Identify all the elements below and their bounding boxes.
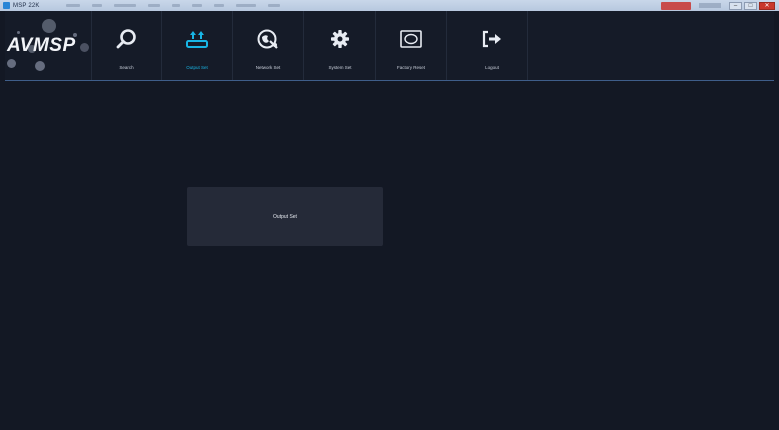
window-controls: – □ ✕ <box>661 0 775 11</box>
network-icon <box>253 27 283 51</box>
minimize-button[interactable]: – <box>729 1 742 10</box>
maximize-button[interactable]: □ <box>744 1 757 10</box>
title-bar-menu <box>65 4 280 7</box>
main-toolbar: AVMSP Search Output Set Network Set Syst… <box>5 11 774 81</box>
toolbar-search-label: Search <box>119 65 134 70</box>
close-button[interactable]: ✕ <box>759 1 775 10</box>
gear-icon <box>325 27 355 51</box>
app-window: AVMSP Search Output Set Network Set Syst… <box>5 11 774 430</box>
toolbar-logout-label: Logout <box>485 65 499 70</box>
factory-reset-icon <box>396 27 426 51</box>
avmsp-logo: AVMSP <box>5 11 91 80</box>
window-title-bar: MSP 22K – □ ✕ <box>0 0 779 11</box>
toolbar-search[interactable]: Search <box>91 11 162 80</box>
status-indicator <box>699 3 721 8</box>
toolbar-network-set-label: Network Set <box>255 65 281 70</box>
output-set-icon <box>182 27 212 51</box>
toolbar-output-set-label: Output Set <box>186 65 208 70</box>
toolbar-logout[interactable]: Logout <box>457 11 528 80</box>
output-set-panel: Output Set <box>187 187 383 246</box>
logout-icon <box>477 27 507 51</box>
window-title: MSP 22K <box>13 2 40 9</box>
toolbar-factory-reset-label: Factory Reset <box>396 65 425 70</box>
search-icon <box>112 27 142 51</box>
toolbar-output-set[interactable]: Output Set <box>162 11 233 80</box>
toolbar-factory-reset[interactable]: Factory Reset <box>376 11 447 80</box>
toolbar-system-set-label: System Set <box>328 65 352 70</box>
user-badge <box>661 1 691 10</box>
app-icon <box>3 2 10 9</box>
toolbar-system-set[interactable]: System Set <box>305 11 376 80</box>
panel-title: Output Set <box>273 213 297 220</box>
logo-text: AVMSP <box>7 35 76 56</box>
toolbar-network-set[interactable]: Network Set <box>233 11 304 80</box>
